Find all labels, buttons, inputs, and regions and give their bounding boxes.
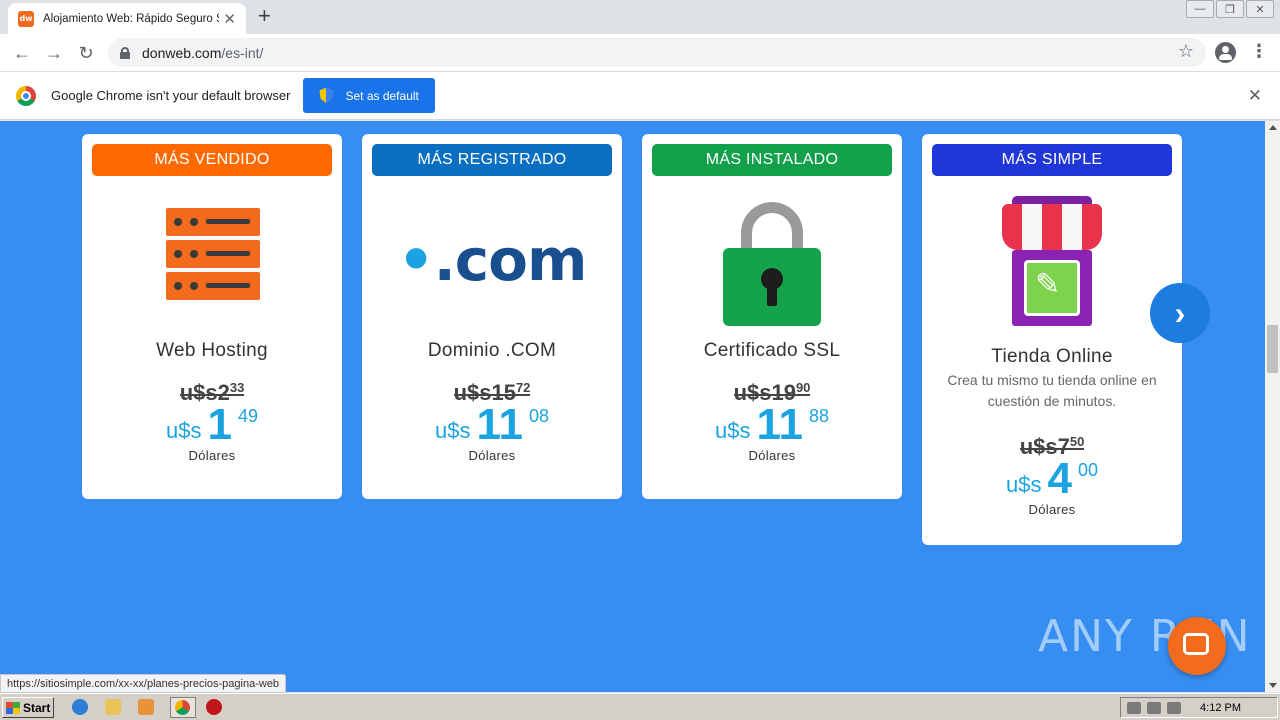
plan-title: Certificado SSL: [703, 340, 841, 361]
plan-badge: MÁS INSTALADO: [652, 144, 892, 176]
current-price: u$s 1 49: [166, 400, 258, 449]
plan-badge: MÁS REGISTRADO: [372, 144, 612, 176]
plan-title: Dominio .COM: [427, 340, 557, 361]
chat-icon[interactable]: [1168, 617, 1226, 675]
set-as-default-label: Set as default: [345, 88, 419, 103]
browser-tab-strip: dw Alojamiento Web: Rápido Seguro So ✕ +…: [0, 0, 1280, 34]
plan-card-certificado-ssl[interactable]: MÁS INSTALADO Certificado SSL u$s1990 u$…: [642, 134, 902, 499]
chrome-icon: [175, 700, 190, 715]
old-price: u$s1990: [733, 380, 811, 405]
currency-label: Dólares: [188, 448, 236, 463]
padlock-icon: [642, 176, 902, 326]
window-controls: — ❐ ✕: [1184, 0, 1274, 18]
windows-taskbar: Start 4:12 PM: [0, 693, 1280, 720]
plan-card-dominio-com[interactable]: MÁS REGISTRADO •.com Dominio .COM u$s157…: [362, 134, 622, 499]
server-icon: [82, 176, 342, 326]
currency-label: Dólares: [1028, 502, 1076, 517]
set-as-default-button[interactable]: Set as default: [303, 78, 435, 113]
scroll-down-arrow-icon[interactable]: [1269, 683, 1277, 688]
folder-icon[interactable]: [105, 699, 121, 715]
scroll-up-arrow-icon[interactable]: [1269, 125, 1277, 130]
minimize-icon[interactable]: —: [1186, 0, 1214, 18]
site-favicon-icon: dw: [18, 10, 34, 27]
page-viewport: MÁS VENDIDO Web Hosting u$s233 u$s 1 49 Dó…: [0, 121, 1265, 692]
chrome-logo-icon: [16, 85, 36, 106]
dotcom-logo-icon: •.com: [397, 226, 588, 294]
old-price: u$s233: [179, 380, 245, 405]
clock: 4:12 PM: [1200, 701, 1241, 714]
infobar-message: Google Chrome isn't your default browser: [51, 88, 291, 103]
plan-title: Tienda Online: [991, 346, 1113, 367]
window-close-icon[interactable]: ✕: [1246, 0, 1274, 18]
storefront-icon: ✎: [922, 176, 1182, 326]
browser-toolbar: ← → ↻ donweb.com/es-int/ ☆ ⋮: [0, 34, 1280, 72]
lock-icon[interactable]: [120, 46, 130, 59]
profile-avatar-icon[interactable]: [1215, 42, 1236, 63]
plan-badge: MÁS SIMPLE: [932, 144, 1172, 176]
old-price: u$s1572: [453, 380, 531, 405]
plan-title: Web Hosting: [156, 340, 268, 361]
page-scrollbar[interactable]: [1265, 121, 1280, 692]
reload-icon[interactable]: ↻: [74, 41, 98, 65]
plan-description: Crea tu mismo tu tienda online en cuesti…: [947, 372, 1157, 409]
windows-logo-icon: [6, 701, 20, 714]
start-button[interactable]: Start: [2, 697, 54, 718]
url-host: donweb.com: [142, 44, 222, 61]
browser-tab[interactable]: dw Alojamiento Web: Rápido Seguro So ✕: [8, 3, 246, 34]
old-price: u$s750: [1019, 434, 1085, 459]
infobar-close-icon[interactable]: ✕: [1248, 86, 1262, 106]
bookmark-star-icon[interactable]: ☆: [1178, 41, 1194, 62]
address-bar[interactable]: donweb.com/es-int/ ☆: [108, 38, 1206, 67]
carousel-next-chevron-right-icon[interactable]: ›: [1150, 283, 1210, 343]
volume-icon[interactable]: [1127, 701, 1141, 714]
flag-icon[interactable]: [1167, 701, 1181, 714]
new-tab-plus-icon[interactable]: +: [258, 5, 271, 27]
forward-arrow-icon[interactable]: →: [42, 41, 66, 65]
plan-card-tienda-online[interactable]: MÁS SIMPLE ✎ Tienda Online Crea tu mismo…: [922, 134, 1182, 545]
current-price: u$s 11 08: [434, 400, 550, 449]
current-price: u$s 4 00: [1006, 454, 1098, 503]
currency-label: Dólares: [468, 448, 516, 463]
network-icon[interactable]: [1147, 701, 1161, 714]
link-status-url: https://sitiosimple.com/xx-xx/planes-pre…: [0, 674, 287, 693]
media-player-icon[interactable]: [138, 699, 154, 715]
current-price: u$s 11 88: [714, 400, 830, 449]
plan-card-web-hosting[interactable]: MÁS VENDIDO Web Hosting u$s233 u$s 1 49 Dó…: [82, 134, 342, 499]
back-arrow-icon[interactable]: ←: [10, 41, 34, 65]
chrome-taskbar-button[interactable]: [170, 697, 196, 718]
dotcom-illustration-text: .com: [433, 226, 588, 294]
internet-explorer-icon[interactable]: [72, 699, 88, 715]
start-label: Start: [23, 700, 51, 715]
default-browser-infobar: Google Chrome isn't your default browser…: [0, 72, 1280, 120]
currency-label: Dólares: [748, 448, 796, 463]
scroll-thumb[interactable]: [1267, 325, 1278, 373]
restore-icon[interactable]: ❐: [1216, 0, 1244, 18]
tab-title: Alojamiento Web: Rápido Seguro So: [43, 12, 219, 25]
url-path: /es-int/: [221, 44, 264, 61]
system-tray: 4:12 PM: [1120, 697, 1278, 718]
plan-badge: MÁS VENDIDO: [92, 144, 332, 176]
tab-close-icon[interactable]: ✕: [223, 10, 236, 28]
shield-icon: [319, 88, 333, 104]
more-menu-icon[interactable]: ⋮: [1250, 42, 1268, 60]
stop-alert-icon[interactable]: [206, 699, 222, 715]
